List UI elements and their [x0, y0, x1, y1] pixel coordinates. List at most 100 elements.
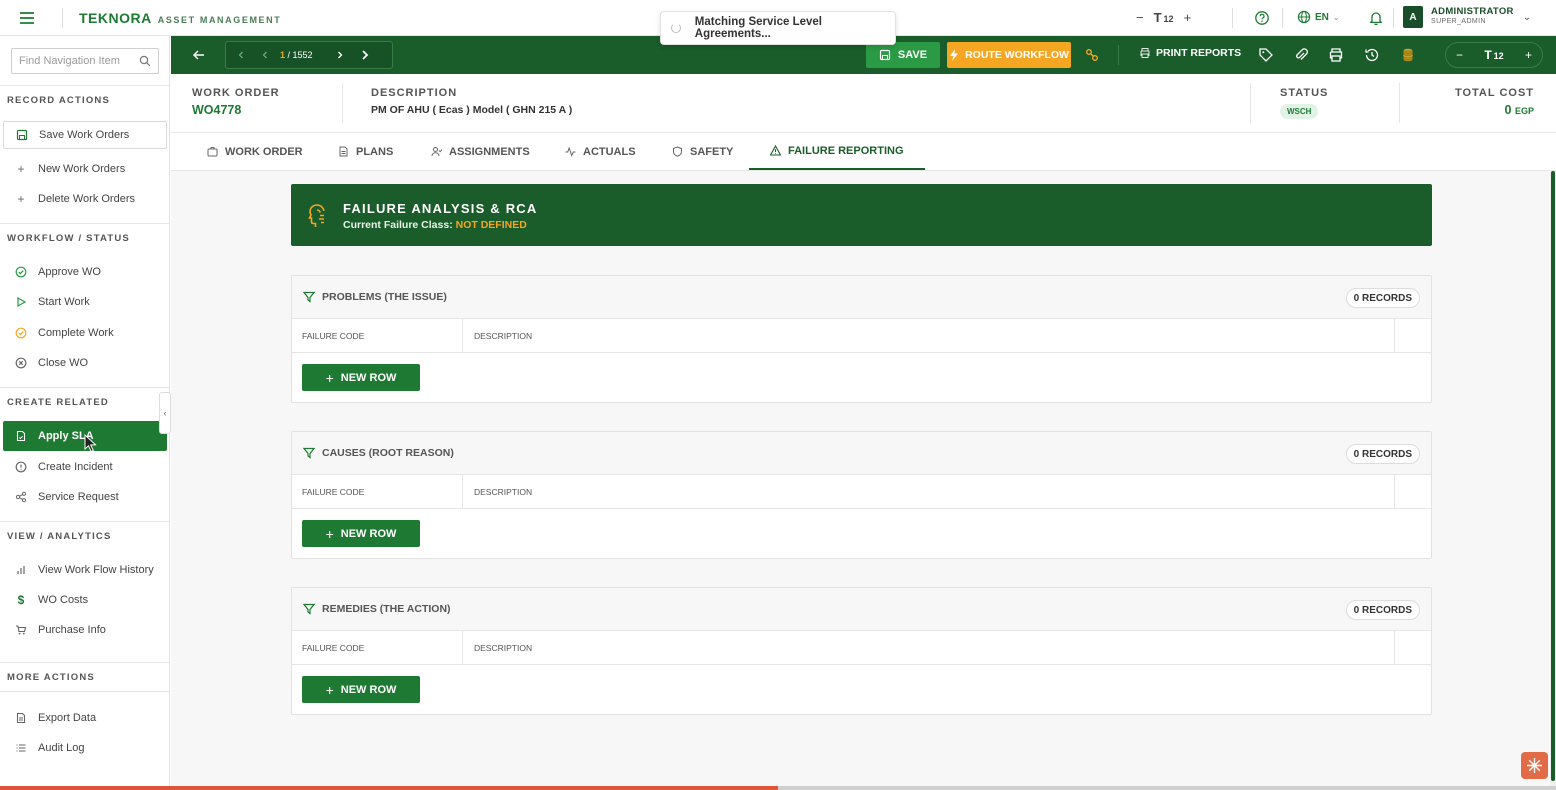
plus-icon: + [17, 192, 25, 206]
route-workflow-button[interactable]: ROUTE WORKFLOW [947, 42, 1071, 68]
play-icon [15, 296, 27, 308]
toast-message: Matching Service Level Agreements... [694, 16, 822, 40]
column-header-failure-code[interactable]: FAILURE CODE [302, 331, 364, 341]
printer-icon [1140, 48, 1150, 58]
sidebar-item-approve-wo[interactable]: Approve WO [3, 258, 167, 286]
save-icon [16, 129, 28, 141]
status-field: STATUS WSCH [1280, 87, 1328, 119]
bar-chart-icon [15, 564, 27, 576]
list-icon [15, 742, 27, 754]
causes-panel: CAUSES (ROOT REASON) 0 RECORDS FAILURE C… [291, 431, 1432, 559]
save-icon [879, 49, 891, 61]
document-icon [15, 712, 27, 724]
sidebar-item-label: Start Work [38, 296, 90, 308]
tab-plans[interactable]: PLANS [338, 133, 393, 170]
panel-title: CAUSES (ROOT REASON) [322, 447, 454, 459]
workflow-link-icon[interactable] [1084, 47, 1100, 63]
column-header-failure-code[interactable]: FAILURE CODE [302, 643, 364, 653]
divider [0, 223, 169, 224]
notification-bell-icon[interactable] [1368, 10, 1384, 26]
help-icon[interactable] [1254, 10, 1270, 26]
menu-icon[interactable] [18, 9, 38, 27]
search-icon[interactable] [139, 55, 151, 67]
divider [1250, 83, 1251, 123]
scrollbar-thumb[interactable] [1551, 171, 1555, 781]
minus-icon[interactable]: − [1456, 48, 1463, 62]
divider [62, 8, 63, 28]
tag-icon[interactable] [1258, 47, 1274, 63]
tab-work-order[interactable]: WORK ORDER [207, 133, 303, 170]
sidebar-item-label: Audit Log [38, 742, 85, 754]
sidebar-item-label: Purchase Info [38, 624, 106, 636]
assistant-sparkle-button[interactable] [1521, 752, 1548, 779]
table-header: FAILURE CODE DESCRIPTION [292, 631, 1431, 665]
database-icon[interactable] [1400, 47, 1416, 63]
divider [0, 691, 169, 692]
chevron-down-icon: ⌄ [1522, 11, 1532, 23]
tab-failure-reporting[interactable]: FAILURE REPORTING [749, 133, 925, 170]
panel-header: PROBLEMS (THE ISSUE) 0 RECORDS [292, 276, 1431, 319]
prev-page-icon[interactable] [260, 50, 270, 60]
column-header-description[interactable]: DESCRIPTION [474, 487, 532, 497]
sidebar-item-label: View Work Flow History [38, 564, 154, 576]
sidebar-item-apply-sla[interactable]: Apply SLA [3, 421, 167, 453]
section-title-view-analytics: VIEW / ANALYTICS [7, 531, 112, 542]
back-arrow-icon[interactable] [191, 47, 207, 63]
filter-icon[interactable] [303, 447, 315, 459]
record-pager: 1 / 1552 [225, 41, 393, 69]
tab-safety[interactable]: SAFETY [672, 133, 733, 170]
field-label: STATUS [1280, 87, 1329, 99]
column-header-description[interactable]: DESCRIPTION [474, 643, 532, 653]
filter-icon[interactable] [303, 603, 315, 615]
banner-title: FAILURE ANALYSIS & RCA [343, 201, 538, 216]
language-selector[interactable]: EN ⌄ [1297, 10, 1340, 24]
printer-icon[interactable] [1328, 47, 1344, 63]
sidebar-item-audit-log[interactable]: Audit Log [3, 734, 167, 762]
plus-icon[interactable]: + [1525, 48, 1532, 62]
sidebar-item-wo-costs[interactable]: $ WO Costs [3, 586, 167, 614]
divider [1393, 8, 1394, 28]
sidebar-item-new-work-orders[interactable]: + New Work Orders [3, 155, 167, 183]
sidebar-item-delete-work-orders[interactable]: + Delete Work Orders [3, 185, 167, 213]
sidebar-item-save-work-orders[interactable]: Save Work Orders [3, 121, 167, 149]
user-name: ADMINISTRATOR [1431, 6, 1514, 17]
field-label: DESCRIPTION [371, 87, 458, 99]
divider [0, 85, 169, 86]
nav-search-input[interactable] [12, 49, 132, 73]
user-icon [431, 147, 442, 157]
sidebar-item-close-wo[interactable]: Close WO [3, 349, 167, 377]
minus-icon[interactable]: − [1136, 10, 1144, 25]
new-row-button[interactable]: + NEW ROW [302, 520, 420, 547]
loading-progress-bar [0, 786, 778, 790]
sidebar-item-label: WO Costs [38, 594, 89, 606]
tab-assignments[interactable]: ASSIGNMENTS [431, 133, 530, 170]
new-row-button[interactable]: + NEW ROW [302, 676, 420, 703]
sidebar-item-create-incident[interactable]: Create Incident [3, 453, 167, 481]
sidebar-item-purchase-info[interactable]: Purchase Info [3, 616, 167, 644]
history-icon[interactable] [1364, 47, 1380, 63]
filter-icon[interactable] [303, 291, 315, 303]
sidebar-collapse-button[interactable]: ‹ [159, 392, 171, 434]
column-header-failure-code[interactable]: FAILURE CODE [302, 487, 364, 497]
tab-actuals[interactable]: ACTUALS [565, 133, 636, 170]
failure-class-value: NOT DEFINED [455, 219, 527, 231]
plus-icon[interactable]: + [1184, 10, 1192, 25]
first-page-icon[interactable] [236, 50, 246, 60]
app-logo[interactable]: TEKNORA ASSET MANAGEMENT [79, 10, 281, 26]
user-menu[interactable]: A ADMINISTRATOR SUPER_ADMIN ⌄ [1403, 6, 1531, 28]
sidebar-item-complete-work[interactable]: Complete Work [3, 319, 167, 347]
attachment-icon[interactable] [1293, 47, 1309, 63]
save-button[interactable]: SAVE [866, 42, 940, 68]
panel-title: REMEDIES (THE ACTION) [322, 603, 451, 615]
column-header-description[interactable]: DESCRIPTION [474, 331, 532, 341]
sidebar-item-view-work-flow-history[interactable]: View Work Flow History [3, 556, 167, 584]
next-page-icon[interactable] [335, 50, 345, 60]
sidebar-item-start-work[interactable]: Start Work [3, 288, 167, 316]
sidebar-item-label: New Work Orders [38, 163, 126, 175]
last-page-icon[interactable] [359, 49, 371, 61]
sidebar-item-service-request[interactable]: Service Request [3, 483, 167, 511]
sidebar-item-export-data[interactable]: Export Data [3, 704, 167, 732]
print-reports-button[interactable]: PRINT REPORTS [1139, 47, 1241, 59]
new-row-button[interactable]: + NEW ROW [302, 364, 420, 391]
document-icon [15, 430, 27, 442]
